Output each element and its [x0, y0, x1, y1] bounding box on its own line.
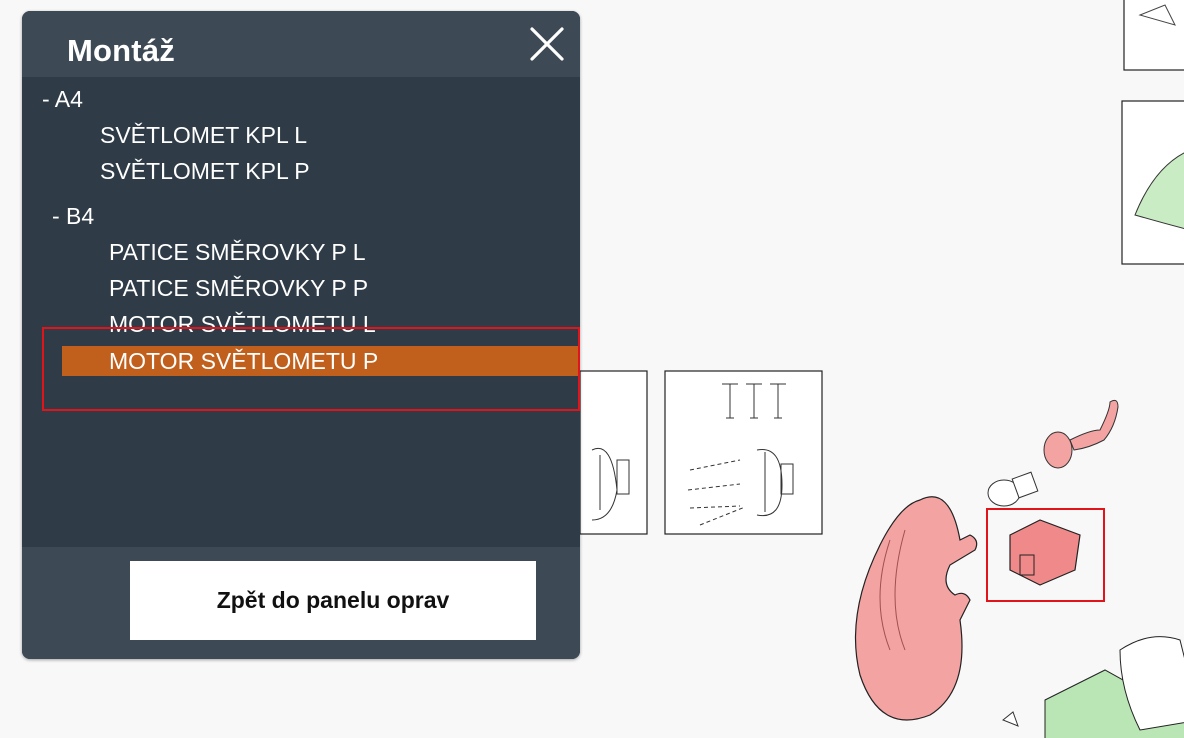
bulb-part: [987, 471, 1039, 507]
headlamp-motor-part: [1009, 519, 1081, 586]
instruction-box-lamp: [579, 370, 648, 535]
panel-title: Montáž: [67, 33, 175, 68]
tree-group-a4[interactable]: - A4: [42, 84, 83, 114]
close-icon: [530, 27, 564, 61]
tree-item[interactable]: SVĚTLOMET KPL L: [100, 120, 307, 150]
tree-item-selected[interactable]: MOTOR SVĚTLOMETU P: [62, 346, 580, 376]
instruction-box-top-right: [1123, 0, 1184, 71]
close-button[interactable]: [528, 25, 566, 63]
bottom-right-parts: [1002, 636, 1184, 738]
tree-item[interactable]: PATICE SMĚROVKY P L: [109, 237, 366, 267]
tree-group-b4[interactable]: - B4: [52, 201, 94, 231]
instruction-box-screws: [664, 370, 823, 535]
tree-item[interactable]: MOTOR SVĚTLOMETU L: [109, 309, 376, 339]
bulb-socket-part: [1043, 399, 1119, 469]
headlamp-housing-part: [854, 496, 978, 721]
instruction-box-right: [1121, 100, 1184, 265]
panel-header: Montáž: [22, 11, 580, 77]
parts-tree: - A4 SVĚTLOMET KPL L SVĚTLOMET KPL P - B…: [22, 77, 580, 547]
assembly-panel: Montáž - A4 SVĚTLOMET KPL L SVĚTLOMET KP…: [22, 11, 580, 659]
tree-item[interactable]: PATICE SMĚROVKY P P: [109, 273, 368, 303]
tree-item[interactable]: SVĚTLOMET KPL P: [100, 156, 310, 186]
back-to-repair-panel-button[interactable]: Zpět do panelu oprav: [130, 561, 536, 640]
